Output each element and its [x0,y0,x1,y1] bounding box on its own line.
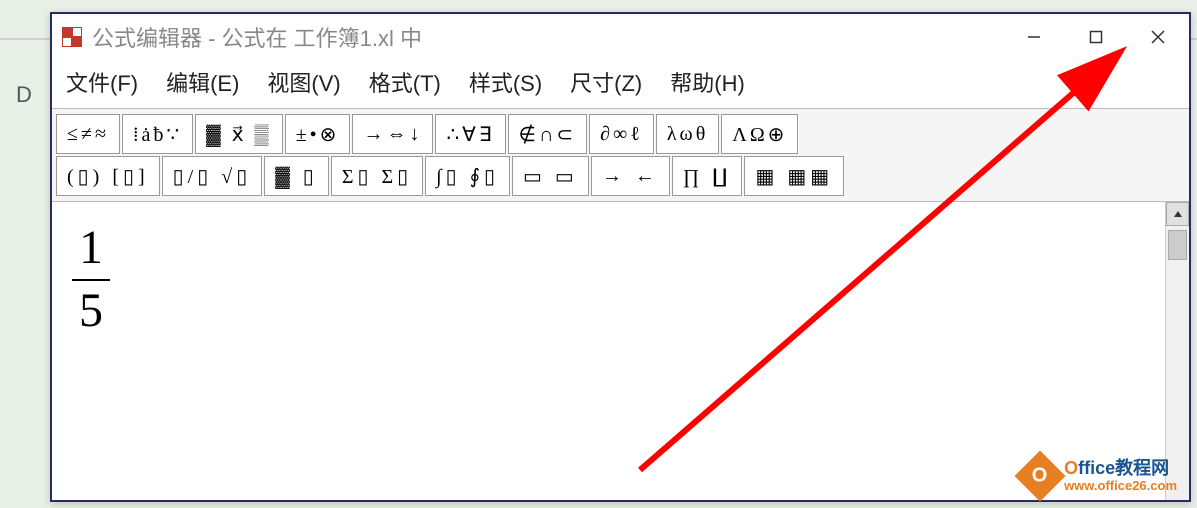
fraction-bar [72,279,110,281]
menu-size[interactable]: 尺寸(Z) [570,66,642,98]
operator-symbols[interactable]: ±•⊗ [285,114,351,154]
menu-file[interactable]: 文件(F) [66,66,138,98]
bar-templates[interactable]: ▭ ▭ [512,156,589,196]
relational-symbols[interactable]: ≤≠≈ [56,114,120,154]
menu-view[interactable]: 视图(V) [267,66,340,98]
close-button[interactable] [1127,14,1189,60]
greek-lowercase[interactable]: λωθ [656,114,719,154]
window-title: 公式编辑器 - 公式在 工作簿1.xl 中 [92,21,422,53]
misc-symbols[interactable]: ∂∞ℓ [589,114,654,154]
set-theory-symbols[interactable]: ∉∩⊂ [508,114,588,154]
watermark: O Office教程网 www.office26.com [1022,458,1177,494]
maximize-icon [1089,30,1103,44]
arrow-symbols[interactable]: →⇔↓ [352,114,433,154]
app-icon [62,27,82,47]
integral-templates[interactable]: ∫▯ ∮▯ [425,156,510,196]
watermark-url: www.office26.com [1064,479,1177,493]
logical-symbols[interactable]: ∴∀∃ [435,114,505,154]
product-templates[interactable]: ∏ ∐ [672,156,743,196]
minimize-icon [1027,30,1041,44]
vertical-scrollbar[interactable] [1165,202,1189,500]
menu-style[interactable]: 样式(S) [469,66,542,98]
fraction-radical-templates[interactable]: ▯/▯ √▯ [162,156,263,196]
maximize-button[interactable] [1065,14,1127,60]
matrix-templates[interactable]: ▦ ▦▦ [744,156,844,196]
greek-uppercase[interactable]: ΛΩ⊕ [721,114,798,154]
spaces-ellipses[interactable]: ⁞ȧƀ∵ [122,114,193,154]
watermark-title: Office教程网 [1064,459,1177,479]
window-controls [1003,14,1189,60]
titlebar: 公式编辑器 - 公式在 工作簿1.xl 中 [52,14,1189,60]
equation-editor-window: 公式编辑器 - 公式在 工作簿1.xl 中 文件(F) 编辑(E) 视图(V) … [50,12,1191,502]
watermark-logo: O [1015,451,1066,502]
chevron-up-icon [1173,209,1183,219]
embellishments[interactable]: ▓ x⃗ ▒ [195,114,283,154]
close-icon [1150,29,1166,45]
scroll-thumb[interactable] [1168,230,1187,260]
toolbar: ≤≠≈ ⁞ȧƀ∵ ▓ x⃗ ▒ ±•⊗ →⇔↓ ∴∀∃ ∉∩⊂ ∂∞ℓ λωθ … [52,108,1189,202]
fraction-numerator[interactable]: 1 [79,222,103,275]
menu-edit[interactable]: 编辑(E) [166,66,239,98]
menubar: 文件(F) 编辑(E) 视图(V) 格式(T) 样式(S) 尺寸(Z) 帮助(H… [52,60,1189,108]
fence-templates[interactable]: (▯) [▯] [56,156,160,196]
fraction-denominator[interactable]: 5 [79,285,103,338]
toolbar-row-2: (▯) [▯] ▯/▯ √▯ ▓ ▯ Σ▯ Σ▯ ∫▯ ∮▯ ▭ ▭ → ← ∏… [56,156,1185,196]
arrow-templates[interactable]: → ← [591,156,670,196]
toolbar-row-1: ≤≠≈ ⁞ȧƀ∵ ▓ x⃗ ▒ ±•⊗ →⇔↓ ∴∀∃ ∉∩⊂ ∂∞ℓ λωθ … [56,114,1185,154]
menu-format[interactable]: 格式(T) [369,66,441,98]
menu-help[interactable]: 帮助(H) [670,66,745,98]
scroll-up-button[interactable] [1166,202,1189,226]
column-header-d: D [16,82,32,108]
summation-templates[interactable]: Σ▯ Σ▯ [331,156,423,196]
subscript-superscript-templates[interactable]: ▓ ▯ [264,156,329,196]
minimize-button[interactable] [1003,14,1065,60]
equation-canvas[interactable]: 1 5 [52,202,1165,500]
content-area: 1 5 [52,202,1189,500]
fraction[interactable]: 1 5 [72,222,110,338]
